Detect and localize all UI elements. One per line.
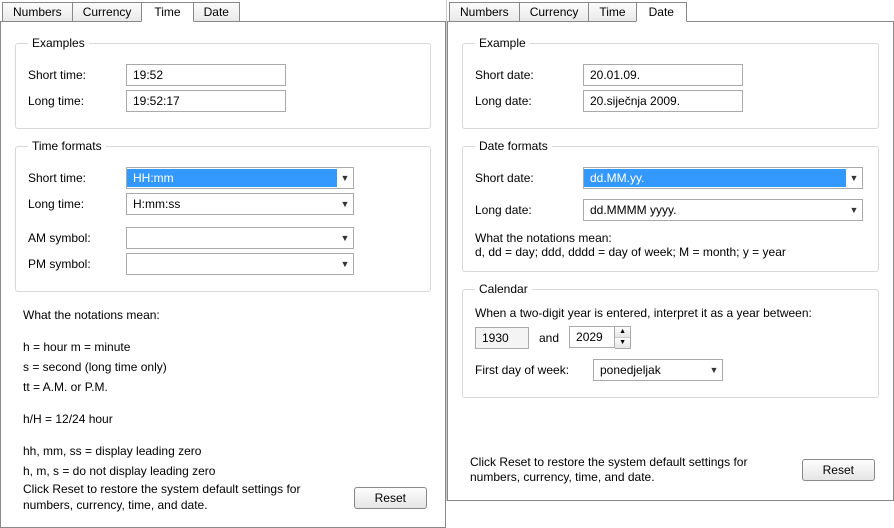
time-formats-legend: Time formats <box>28 139 106 153</box>
long-time-format-label: Long time: <box>28 197 126 211</box>
date-formats-legend: Date formats <box>475 139 552 153</box>
year-from-field <box>475 327 529 349</box>
short-time-format-label: Short time: <box>28 171 126 185</box>
chevron-down-icon: ▼ <box>846 205 862 215</box>
short-time-example <box>126 64 286 86</box>
right-pane: Numbers Currency Time Date Example Short… <box>447 0 894 501</box>
chevron-down-icon: ▼ <box>337 233 353 243</box>
long-time-format-combo[interactable]: H:mm:ss▼ <box>126 193 354 215</box>
tab-numbers[interactable]: Numbers <box>2 2 73 22</box>
example-group: Example Short date: Long date: <box>462 36 879 129</box>
tab-date[interactable]: Date <box>636 2 687 22</box>
long-date-format-combo[interactable]: dd.MMMM yyyy.▼ <box>583 199 863 221</box>
tab-currency[interactable]: Currency <box>72 2 143 22</box>
short-date-format-label: Short date: <box>475 171 583 185</box>
time-formats-group: Time formats Short time: HH:mm▼ Long tim… <box>15 139 431 292</box>
tab-content-date: Example Short date: Long date: Date form… <box>447 21 894 501</box>
reset-button[interactable]: Reset <box>802 459 875 481</box>
pm-symbol-label: PM symbol: <box>28 257 126 271</box>
spin-down-icon[interactable]: ▼ <box>615 338 630 348</box>
date-notation-line: d, dd = day; ddd, dddd = day of week; M … <box>475 245 866 259</box>
chevron-down-icon: ▼ <box>706 365 722 375</box>
calendar-legend: Calendar <box>475 282 532 296</box>
reset-hint: Click Reset to restore the system defaul… <box>470 455 802 486</box>
date-notation-title: What the notations mean: <box>475 231 866 245</box>
notation-help: What the notations mean: h = hour m = mi… <box>23 304 431 482</box>
example-legend: Example <box>475 36 530 50</box>
tab-time[interactable]: Time <box>588 2 636 22</box>
year-to-field[interactable] <box>569 326 615 348</box>
short-time-label: Short time: <box>28 68 126 82</box>
date-formats-group: Date formats Short date: dd.MM.yy.▼ Long… <box>462 139 879 272</box>
am-symbol-label: AM symbol: <box>28 231 126 245</box>
tab-content-time: Examples Short time: Long time: Time for… <box>0 21 446 528</box>
short-date-label: Short date: <box>475 68 583 82</box>
long-date-label: Long date: <box>475 94 583 108</box>
tab-time[interactable]: Time <box>141 2 193 22</box>
chevron-down-icon: ▼ <box>337 259 353 269</box>
short-date-example <box>583 64 743 86</box>
examples-group: Examples Short time: Long time: <box>15 36 431 129</box>
long-time-example <box>126 90 286 112</box>
tab-date[interactable]: Date <box>193 2 240 22</box>
pm-symbol-combo[interactable]: ▼ <box>126 253 354 275</box>
am-symbol-combo[interactable]: ▼ <box>126 227 354 249</box>
long-time-label: Long time: <box>28 94 126 108</box>
long-date-example <box>583 90 743 112</box>
chevron-down-icon: ▼ <box>337 199 353 209</box>
examples-legend: Examples <box>28 36 89 50</box>
left-pane: Numbers Currency Time Date Examples Shor… <box>0 0 447 501</box>
calendar-group: Calendar When a two-digit year is entere… <box>462 282 879 398</box>
short-time-format-combo[interactable]: HH:mm▼ <box>126 167 354 189</box>
two-digit-year-label: When a two-digit year is entered, interp… <box>475 306 866 320</box>
first-day-label: First day of week: <box>475 363 593 377</box>
reset-hint: Click Reset to restore the system defaul… <box>23 482 354 513</box>
and-label: and <box>539 331 559 345</box>
long-date-format-label: Long date: <box>475 203 583 217</box>
first-day-combo[interactable]: ponedjeljak▼ <box>593 359 723 381</box>
chevron-down-icon: ▼ <box>337 173 353 183</box>
year-to-spinner[interactable]: ▲▼ <box>569 326 631 349</box>
tab-currency[interactable]: Currency <box>519 2 590 22</box>
chevron-down-icon: ▼ <box>846 173 862 183</box>
spin-up-icon[interactable]: ▲ <box>615 327 630 338</box>
tab-strip: Numbers Currency Time Date <box>449 1 894 21</box>
reset-button[interactable]: Reset <box>354 487 427 509</box>
short-date-format-combo[interactable]: dd.MM.yy.▼ <box>583 167 863 189</box>
tab-strip: Numbers Currency Time Date <box>2 1 446 21</box>
tab-numbers[interactable]: Numbers <box>449 2 520 22</box>
